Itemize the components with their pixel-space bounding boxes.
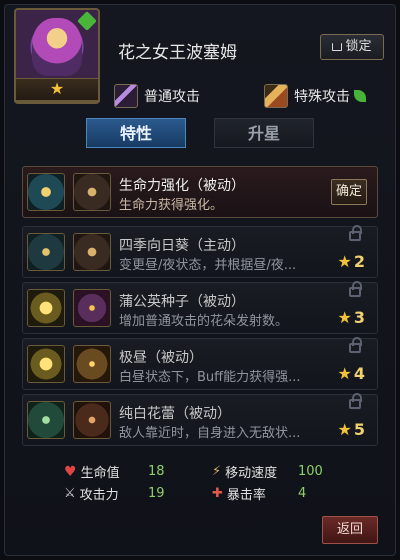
skill-desc: 敌人靠近时，自身进入无敌状... bbox=[119, 426, 301, 441]
skill-title: 纯白花蕾（被动） bbox=[119, 406, 231, 422]
special-attack-label: 特殊攻击 bbox=[294, 89, 350, 105]
stat-speed: ⚡ 移动速度 100 bbox=[212, 462, 342, 481]
required-stars: ★ 2 bbox=[338, 252, 365, 271]
polar-day-trait-icon bbox=[27, 345, 65, 383]
confirm-button[interactable]: 确定 bbox=[331, 179, 367, 205]
sunflower-trait-icon bbox=[27, 233, 65, 271]
seed-skill-icon bbox=[73, 289, 111, 327]
skill-title: 极昼（被动） bbox=[119, 350, 203, 366]
flower-bud-trait-icon bbox=[27, 401, 65, 439]
stat-crit-value: 4 bbox=[298, 486, 307, 501]
stat-hp-label: 生命值 bbox=[80, 466, 120, 481]
lock-icon bbox=[332, 43, 343, 51]
required-stars-value: 3 bbox=[353, 308, 365, 327]
skill-desc: 变更昼/夜状态，并根据昼/夜... bbox=[119, 258, 297, 273]
stat-crit: ✚ 暴击率 4 bbox=[212, 484, 342, 503]
skill-title: 生命力强化（被动） bbox=[119, 178, 245, 194]
stat-attack-value: 19 bbox=[148, 486, 165, 501]
required-stars: ★ 3 bbox=[338, 308, 365, 327]
lock-button-label: 锁定 bbox=[345, 39, 372, 54]
star-icon: ★ bbox=[337, 364, 352, 383]
lock-button[interactable]: 锁定 bbox=[320, 34, 384, 60]
boot-icon: ⚡ bbox=[212, 464, 222, 479]
stat-speed-value: 100 bbox=[298, 464, 323, 479]
skill-desc: 增加普通攻击的花朵发射数。 bbox=[119, 314, 289, 329]
required-stars-value: 5 bbox=[353, 420, 365, 439]
hp-boost-trait-icon bbox=[27, 173, 65, 211]
sun-skill-icon bbox=[73, 345, 111, 383]
normal-attack-icon bbox=[114, 84, 138, 108]
stat-hp-value: 18 bbox=[148, 464, 165, 479]
required-stars-value: 4 bbox=[353, 364, 365, 383]
sword-skill-icon bbox=[73, 173, 111, 211]
sun-burst-trait-icon bbox=[27, 289, 65, 327]
normal-attack[interactable]: 普通攻击 bbox=[114, 84, 200, 108]
stat-crit-label: 暴击率 bbox=[226, 488, 266, 503]
skill-row[interactable]: 纯白花蕾（被动） 敌人靠近时，自身进入无敌状... ★ 5 bbox=[22, 393, 378, 446]
hero-name: 花之女王波塞姆 bbox=[118, 43, 237, 63]
lock-icon bbox=[349, 393, 362, 409]
stat-attack: ⚔ 攻击力 19 bbox=[64, 484, 184, 503]
skill-row[interactable]: 生命力强化（被动） 生命力获得强化。 确定 bbox=[22, 166, 378, 218]
special-attack[interactable]: 特殊攻击 bbox=[264, 84, 366, 108]
return-button[interactable]: 返回 bbox=[322, 516, 378, 544]
tab-star-up[interactable]: 升星 bbox=[214, 118, 314, 148]
skill-title: 蒲公英种子（被动） bbox=[119, 294, 245, 310]
skill-desc: 生命力获得强化。 bbox=[119, 198, 224, 213]
stat-speed-label: 移动速度 bbox=[225, 466, 278, 481]
lock-icon bbox=[349, 225, 362, 241]
hero-portrait-art bbox=[32, 18, 82, 76]
normal-attack-label: 普通攻击 bbox=[144, 89, 200, 105]
day-night-skill-icon bbox=[73, 233, 111, 271]
leaf-icon bbox=[77, 11, 97, 31]
required-stars-value: 2 bbox=[353, 252, 365, 271]
sword-icon: ⚔ bbox=[64, 486, 76, 501]
skill-row[interactable]: 极昼（被动） 白昼状态下，Buff能力获得强... ★ 4 bbox=[22, 337, 378, 390]
lock-icon bbox=[349, 281, 362, 297]
skill-title: 四季向日葵（主动） bbox=[119, 238, 245, 254]
stat-hp: ♥ 生命值 18 bbox=[64, 462, 184, 482]
tab-traits[interactable]: 特性 bbox=[86, 118, 186, 148]
star-icon: ★ bbox=[337, 420, 352, 439]
skill-row[interactable]: 蒲公英种子（被动） 增加普通攻击的花朵发射数。 ★ 3 bbox=[22, 281, 378, 334]
skill-row[interactable]: 四季向日葵（主动） 变更昼/夜状态，并根据昼/夜... ★ 2 bbox=[22, 225, 378, 278]
leaf-icon bbox=[354, 90, 366, 102]
vine-skill-icon bbox=[73, 401, 111, 439]
lock-icon bbox=[349, 337, 362, 353]
hero-star-rank: ★ bbox=[14, 78, 100, 102]
required-stars: ★ 5 bbox=[338, 420, 365, 439]
stat-attack-label: 攻击力 bbox=[79, 488, 119, 503]
star-icon: ★ bbox=[337, 252, 352, 271]
star-icon: ★ bbox=[337, 308, 352, 327]
skill-desc: 白昼状态下，Buff能力获得强... bbox=[119, 370, 301, 385]
heart-icon: ♥ bbox=[64, 463, 77, 480]
required-stars: ★ 4 bbox=[338, 364, 365, 383]
special-attack-icon bbox=[264, 84, 288, 108]
crosshair-icon: ✚ bbox=[212, 486, 223, 501]
